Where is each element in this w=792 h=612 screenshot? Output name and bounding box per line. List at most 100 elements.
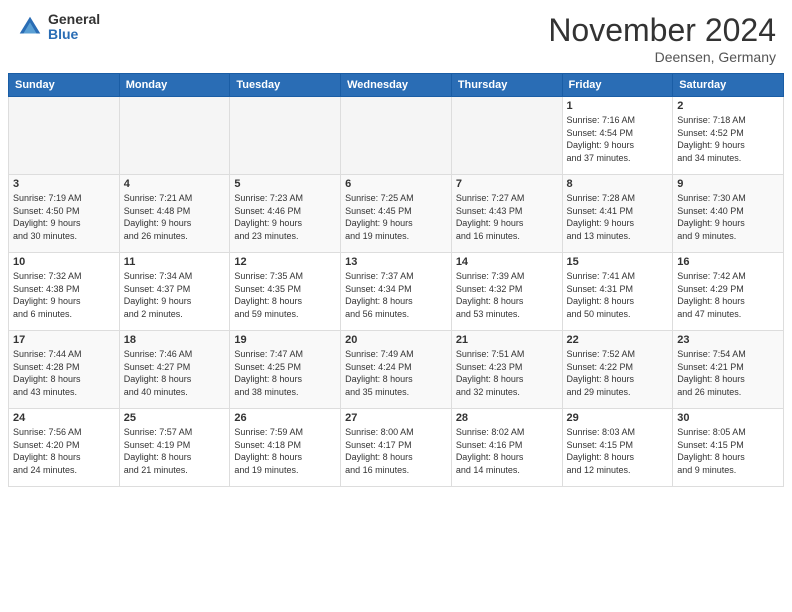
day-info: Sunrise: 7:27 AMSunset: 4:43 PMDaylight:… [456,192,558,242]
day-info: Sunrise: 7:41 AMSunset: 4:31 PMDaylight:… [567,270,669,320]
day-number: 13 [345,256,447,268]
day-number: 23 [677,334,779,346]
day-number: 3 [13,178,115,190]
day-header-tuesday: Tuesday [230,74,341,97]
day-cell: 5Sunrise: 7:23 AMSunset: 4:46 PMDaylight… [230,175,341,253]
day-info: Sunrise: 7:59 AMSunset: 4:18 PMDaylight:… [234,426,336,476]
logo-general: General [48,12,100,27]
day-cell: 29Sunrise: 8:03 AMSunset: 4:15 PMDayligh… [562,409,673,487]
day-info: Sunrise: 7:54 AMSunset: 4:21 PMDaylight:… [677,348,779,398]
header-row: SundayMondayTuesdayWednesdayThursdayFrid… [9,74,784,97]
day-info: Sunrise: 7:19 AMSunset: 4:50 PMDaylight:… [13,192,115,242]
day-cell: 20Sunrise: 7:49 AMSunset: 4:24 PMDayligh… [341,331,452,409]
day-number: 28 [456,412,558,424]
day-info: Sunrise: 7:39 AMSunset: 4:32 PMDaylight:… [456,270,558,320]
day-cell: 23 Sunrise: 7:54 AMSunset: 4:21 PMDayligh… [673,331,784,409]
day-number: 18 [124,334,226,346]
day-number: 22 [567,334,669,346]
day-cell: 19 Sunrise: 7:47 AMSunset: 4:25 PMDayligh… [230,331,341,409]
day-info: Sunrise: 7:21 AMSunset: 4:48 PMDaylight:… [124,192,226,242]
day-cell: 1Sunrise: 7:16 AMSunset: 4:54 PMDaylight… [562,97,673,175]
logo-icon [16,13,44,41]
day-header-monday: Monday [119,74,230,97]
week-row-3: 10 Sunrise: 7:32 AMSunset: 4:38 PMDayligh… [9,253,784,331]
day-cell: 4 Sunrise: 7:21 AMSunset: 4:48 PMDaylight… [119,175,230,253]
day-cell: 15Sunrise: 7:41 AMSunset: 4:31 PMDayligh… [562,253,673,331]
day-number: 10 [13,256,115,268]
day-cell: 3 Sunrise: 7:19 AMSunset: 4:50 PMDaylight… [9,175,120,253]
page: General Blue November 2024 Deensen, Germ… [0,0,792,612]
day-header-friday: Friday [562,74,673,97]
day-cell: 25 Sunrise: 7:57 AMSunset: 4:19 PMDayligh… [119,409,230,487]
day-cell: 13Sunrise: 7:37 AMSunset: 4:34 PMDayligh… [341,253,452,331]
week-row-1: 1Sunrise: 7:16 AMSunset: 4:54 PMDaylight… [9,97,784,175]
day-info: Sunrise: 7:49 AMSunset: 4:24 PMDaylight:… [345,348,447,398]
day-number: 11 [124,256,226,268]
day-info: Sunrise: 7:51 AMSunset: 4:23 PMDaylight:… [456,348,558,398]
calendar-table: SundayMondayTuesdayWednesdayThursdayFrid… [8,73,784,487]
day-cell: 27Sunrise: 8:00 AMSunset: 4:17 PMDayligh… [341,409,452,487]
day-header-thursday: Thursday [451,74,562,97]
day-info: Sunrise: 7:46 AMSunset: 4:27 PMDaylight:… [124,348,226,398]
day-cell: 26Sunrise: 7:59 AMSunset: 4:18 PMDayligh… [230,409,341,487]
day-number: 16 [677,256,779,268]
day-info: Sunrise: 7:23 AMSunset: 4:46 PMDaylight:… [234,192,336,242]
day-number: 7 [456,178,558,190]
day-number: 14 [456,256,558,268]
day-info: Sunrise: 7:35 AMSunset: 4:35 PMDaylight:… [234,270,336,320]
day-cell: 22Sunrise: 7:52 AMSunset: 4:22 PMDayligh… [562,331,673,409]
day-info: Sunrise: 7:25 AMSunset: 4:45 PMDaylight:… [345,192,447,242]
day-number: 19 [234,334,336,346]
logo: General Blue [16,12,100,43]
day-info: Sunrise: 7:56 AMSunset: 4:20 PMDaylight:… [13,426,115,476]
day-number: 6 [345,178,447,190]
day-number: 9 [677,178,779,190]
day-info: Sunrise: 8:05 AMSunset: 4:15 PMDaylight:… [677,426,779,476]
day-cell: 10 Sunrise: 7:32 AMSunset: 4:38 PMDayligh… [9,253,120,331]
day-info: Sunrise: 8:02 AMSunset: 4:16 PMDaylight:… [456,426,558,476]
day-number: 29 [567,412,669,424]
day-cell: 28 Sunrise: 8:02 AMSunset: 4:16 PMDayligh… [451,409,562,487]
day-number: 12 [234,256,336,268]
day-number: 21 [456,334,558,346]
location: Deensen, Germany [548,49,776,65]
day-cell: 14 Sunrise: 7:39 AMSunset: 4:32 PMDayligh… [451,253,562,331]
week-row-2: 3 Sunrise: 7:19 AMSunset: 4:50 PMDaylight… [9,175,784,253]
day-cell: 6 Sunrise: 7:25 AMSunset: 4:45 PMDaylight… [341,175,452,253]
day-cell: 16Sunrise: 7:42 AMSunset: 4:29 PMDayligh… [673,253,784,331]
day-cell [230,97,341,175]
day-cell: 2 Sunrise: 7:18 AMSunset: 4:52 PMDaylight… [673,97,784,175]
day-cell: 17Sunrise: 7:44 AMSunset: 4:28 PMDayligh… [9,331,120,409]
day-number: 25 [124,412,226,424]
day-info: Sunrise: 7:57 AMSunset: 4:19 PMDaylight:… [124,426,226,476]
day-cell [451,97,562,175]
day-cell: 8Sunrise: 7:28 AMSunset: 4:41 PMDaylight… [562,175,673,253]
day-number: 27 [345,412,447,424]
day-cell [119,97,230,175]
month-title: November 2024 [548,12,776,49]
day-cell: 7 Sunrise: 7:27 AMSunset: 4:43 PMDaylight… [451,175,562,253]
day-cell: 11Sunrise: 7:34 AMSunset: 4:37 PMDayligh… [119,253,230,331]
day-cell [9,97,120,175]
logo-blue: Blue [48,27,100,42]
week-row-4: 17Sunrise: 7:44 AMSunset: 4:28 PMDayligh… [9,331,784,409]
day-cell: 18 Sunrise: 7:46 AMSunset: 4:27 PMDayligh… [119,331,230,409]
day-number: 8 [567,178,669,190]
day-cell: 9 Sunrise: 7:30 AMSunset: 4:40 PMDaylight… [673,175,784,253]
day-header-saturday: Saturday [673,74,784,97]
calendar-header: SundayMondayTuesdayWednesdayThursdayFrid… [9,74,784,97]
day-info: Sunrise: 7:32 AMSunset: 4:38 PMDaylight:… [13,270,115,320]
day-info: Sunrise: 7:47 AMSunset: 4:25 PMDaylight:… [234,348,336,398]
logo-text: General Blue [48,12,100,43]
day-number: 4 [124,178,226,190]
day-info: Sunrise: 7:44 AMSunset: 4:28 PMDaylight:… [13,348,115,398]
day-number: 24 [13,412,115,424]
title-block: November 2024 Deensen, Germany [548,12,776,65]
day-cell: 21 Sunrise: 7:51 AMSunset: 4:23 PMDayligh… [451,331,562,409]
day-info: Sunrise: 7:30 AMSunset: 4:40 PMDaylight:… [677,192,779,242]
day-number: 2 [677,100,779,112]
day-info: Sunrise: 7:18 AMSunset: 4:52 PMDaylight:… [677,114,779,164]
day-number: 30 [677,412,779,424]
day-cell: 30 Sunrise: 8:05 AMSunset: 4:15 PMDayligh… [673,409,784,487]
day-header-wednesday: Wednesday [341,74,452,97]
